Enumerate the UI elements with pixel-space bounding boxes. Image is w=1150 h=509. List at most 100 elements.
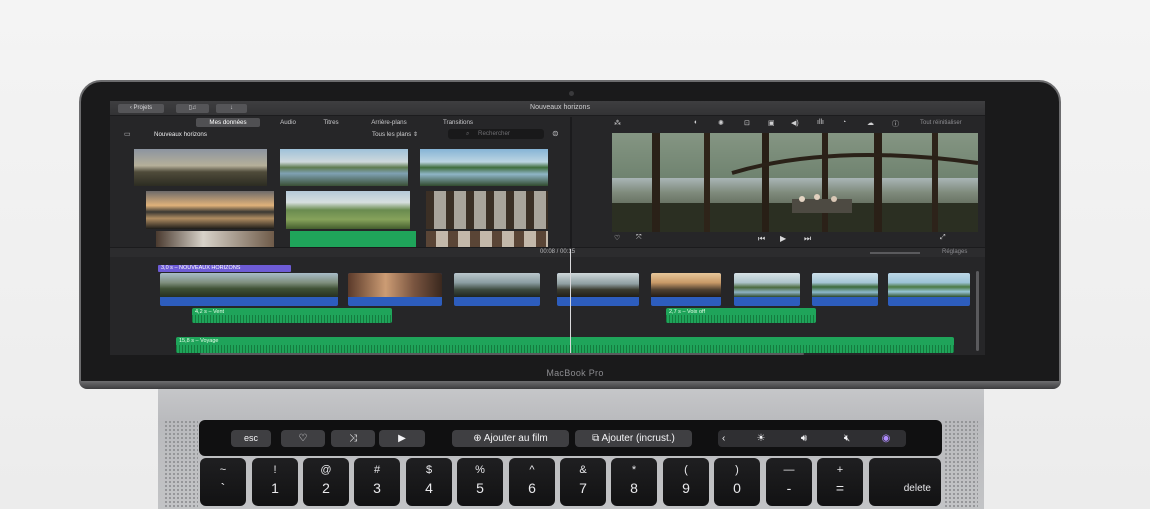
filter-icon[interactable]: ☁ bbox=[867, 119, 874, 127]
video-clip[interactable] bbox=[888, 273, 970, 306]
info-icon[interactable]: ⓘ bbox=[892, 119, 899, 129]
video-clip[interactable] bbox=[454, 273, 540, 306]
options-icon[interactable]: ⊜ bbox=[552, 129, 559, 138]
clip-filter-dropdown[interactable]: Tous les plans ⇕ bbox=[372, 131, 418, 138]
media-browser bbox=[110, 141, 572, 247]
download-icon: ↓ bbox=[230, 105, 233, 111]
video-clip[interactable] bbox=[160, 273, 338, 306]
audio-clip[interactable]: 2,7 s – Voix off bbox=[666, 308, 816, 323]
settings-button[interactable]: Réglages bbox=[942, 249, 967, 255]
title-bar: ‹ Projets ▯♫ ↓ Nouveaux horizons ⇧ bbox=[110, 101, 985, 116]
reset-all-button[interactable]: Tout réinitialiser bbox=[920, 120, 962, 126]
esc-key[interactable]: esc bbox=[231, 430, 271, 447]
media-thumbnail[interactable] bbox=[426, 231, 548, 247]
key-0[interactable]: ) 0 bbox=[714, 458, 760, 506]
media-thumbnail[interactable] bbox=[286, 191, 410, 229]
key-3[interactable]: #3 bbox=[354, 458, 400, 506]
fullscreen-icon[interactable]: ⤢ bbox=[940, 234, 946, 242]
video-clip[interactable] bbox=[734, 273, 800, 306]
music-icon: ▯♫ bbox=[188, 105, 197, 111]
key-8[interactable]: * 8 bbox=[611, 458, 657, 506]
projects-button[interactable]: ‹ Projets bbox=[118, 104, 164, 113]
vertical-scrollbar[interactable] bbox=[976, 271, 979, 351]
title-clip[interactable]: 3,0 s – NOUVEAUX HORIZONS bbox=[158, 265, 291, 272]
speaker-grille-right bbox=[944, 420, 978, 509]
heart-icon[interactable]: ♡ bbox=[281, 430, 325, 447]
key-equals[interactable]: + = bbox=[817, 458, 863, 506]
library-bar: ▭ Nouveaux horizons Tous les plans ⇕ ⌕ R… bbox=[110, 128, 572, 140]
tab-my-media[interactable]: Mes données bbox=[196, 118, 260, 127]
brightness-icon[interactable]: ☀ bbox=[742, 430, 780, 447]
media-thumbnail[interactable] bbox=[280, 149, 408, 186]
updown-chevron-icon: ⇕ bbox=[412, 131, 419, 138]
add-to-film-button[interactable]: ⊕ Ajouter au film bbox=[452, 430, 569, 447]
stabilization-icon[interactable]: ▣ bbox=[768, 119, 775, 127]
collapse-icon[interactable]: ‹ bbox=[722, 430, 725, 447]
speed-icon[interactable]: ◔ bbox=[842, 119, 846, 126]
import-button[interactable]: ↓ bbox=[216, 104, 247, 113]
key-1[interactable]: ! 1 bbox=[252, 458, 298, 506]
volume-icon[interactable]: 🔊︎ bbox=[784, 430, 824, 447]
color-correction-icon[interactable]: ✺ bbox=[718, 119, 724, 127]
key-9[interactable]: (9 bbox=[663, 458, 709, 506]
media-thumbnail[interactable] bbox=[146, 191, 274, 229]
key-backtick[interactable]: ~ ` bbox=[200, 458, 246, 506]
skip-back-icon[interactable]: ⏮ bbox=[758, 234, 765, 244]
key-5[interactable]: % 5 bbox=[457, 458, 503, 506]
viewer-toolbar: ⁂ ◐ ✺ ⊡ ▣ ◀) ıllı ◔ ☁ ⓘ Tout réinitialis… bbox=[610, 118, 985, 130]
play-icon[interactable]: ▶ bbox=[780, 234, 786, 243]
tab-titles[interactable]: Titres bbox=[313, 118, 349, 127]
touch-bar: esc ♡ ⤨ ▶ ⊕ Ajouter au film ⧉ Ajouter (i… bbox=[199, 420, 942, 456]
timeline: 3,0 s – NOUVEAUX HORIZONS 4,2 s – Vent 2… bbox=[110, 257, 985, 355]
key-7[interactable]: & 7 bbox=[560, 458, 606, 506]
key-2[interactable]: @2 bbox=[303, 458, 349, 506]
speaker-grille-left bbox=[164, 420, 198, 509]
siri-icon[interactable]: ◉ bbox=[868, 430, 904, 447]
playhead[interactable] bbox=[570, 249, 571, 355]
video-clip[interactable] bbox=[348, 273, 442, 306]
background-music-clip[interactable]: 15,8 s – Voyage bbox=[176, 337, 954, 353]
media-toggle-button[interactable]: ▯♫ bbox=[176, 104, 209, 113]
camera bbox=[569, 91, 574, 96]
color-balance-icon[interactable]: ◐ bbox=[694, 119, 698, 126]
delete-key[interactable]: delete bbox=[869, 458, 941, 506]
media-tabs: Mes données Audio Titres Arrière-plans T… bbox=[110, 116, 572, 127]
reject-icon[interactable]: ⤧ bbox=[636, 234, 642, 242]
window-title: Nouveaux horizons bbox=[530, 104, 590, 111]
media-thumbnail[interactable] bbox=[156, 231, 274, 247]
reject-icon[interactable]: ⤨ bbox=[331, 430, 375, 447]
horizontal-scrollbar[interactable] bbox=[200, 353, 804, 355]
crop-icon[interactable]: ⊡ bbox=[744, 119, 750, 127]
media-thumbnail[interactable] bbox=[426, 191, 548, 229]
audio-clip[interactable]: 4,2 s – Vent bbox=[192, 308, 392, 323]
tab-backgrounds[interactable]: Arrière-plans bbox=[358, 118, 420, 127]
video-clip[interactable] bbox=[651, 273, 721, 306]
equalizer-icon[interactable]: ıllı bbox=[817, 119, 824, 126]
video-viewer[interactable] bbox=[612, 133, 978, 232]
add-inset-button[interactable]: ⧉ Ajouter (incrust.) bbox=[575, 430, 692, 447]
key-minus[interactable]: — - bbox=[766, 458, 812, 506]
video-clip[interactable] bbox=[812, 273, 878, 306]
key-6[interactable]: ^ 6 bbox=[509, 458, 555, 506]
plus-circle-icon: ⊕ bbox=[473, 433, 482, 444]
tab-transitions[interactable]: Transitions bbox=[432, 118, 484, 127]
search-icon: ⌕ bbox=[466, 130, 470, 137]
sidebar-toggle-icon[interactable]: ▭ bbox=[124, 130, 131, 138]
keyboard-number-row: ~ ` ! 1 @2 #3 $4 % 5 ^ 6 & 7 * 8 (9 ) 0 — - + = d… bbox=[199, 458, 942, 509]
audio-thumbnail[interactable] bbox=[290, 231, 416, 247]
play-icon[interactable]: ▶ bbox=[379, 430, 425, 447]
key-4[interactable]: $4 bbox=[406, 458, 452, 506]
viewer-frame bbox=[612, 133, 978, 232]
volume-icon[interactable]: ◀) bbox=[791, 119, 799, 127]
search-field[interactable]: ⌕ Rechercher bbox=[448, 129, 544, 139]
timeline-header: 00:08 / 00:15 Réglages bbox=[110, 247, 985, 257]
mute-icon[interactable]: 🔇︎ bbox=[828, 430, 866, 447]
magic-wand-icon[interactable]: ⁂ bbox=[614, 119, 621, 127]
media-thumbnail[interactable] bbox=[134, 149, 267, 186]
tab-audio[interactable]: Audio bbox=[270, 118, 306, 127]
skip-forward-icon[interactable]: ⏭ bbox=[804, 234, 811, 244]
search-placeholder: Rechercher bbox=[478, 130, 510, 137]
zoom-slider[interactable] bbox=[870, 252, 920, 254]
favorite-icon[interactable]: ♡ bbox=[614, 234, 620, 242]
media-thumbnail[interactable] bbox=[420, 149, 548, 186]
